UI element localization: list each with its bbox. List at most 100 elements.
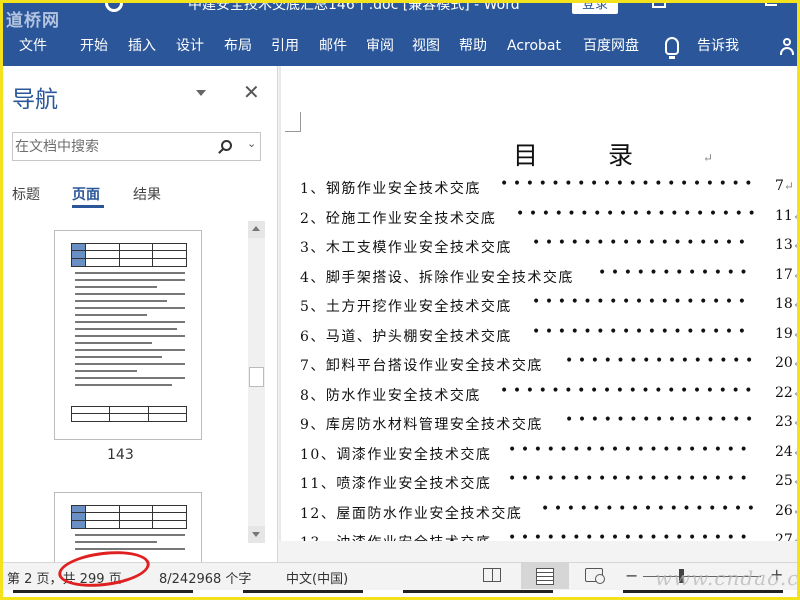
navigation-pane: 导航 ✕ ⌄ 标题 页面 结果 143 — [3, 66, 278, 572]
tab-headings[interactable]: 标题 — [12, 184, 40, 204]
paragraph-mark-icon: ↵ — [793, 504, 797, 518]
toc-item[interactable]: 9、库房防水材料管理安全技术交底 ••••••••••••••• 23↵ — [300, 410, 797, 440]
scrollbar-thumb[interactable] — [249, 367, 264, 387]
refresh-icon[interactable] — [105, 0, 123, 12]
ribbon-tabs: 文件 开始 插入 设计 布局 引用 邮件 审阅 视图 帮助 Acrobat 百度… — [0, 30, 800, 66]
toc-leader-dots: ••••••••••••••••••• — [516, 205, 761, 222]
tab-mailings[interactable]: 邮件 — [319, 30, 347, 66]
toc-page-number: 7↵ — [775, 178, 794, 194]
tab-pages[interactable]: 页面 — [72, 184, 100, 204]
toc-leader-dots: •••••••••••••••••••• — [500, 382, 758, 399]
tab-help[interactable]: 帮助 — [459, 30, 487, 66]
site-watermark: www.cndao.com — [655, 566, 800, 590]
toc-page-number: 20↵ — [775, 355, 797, 371]
toc-item-label: 13、油漆作业安全技术交底 — [300, 532, 491, 541]
zoom-out-button[interactable]: − — [625, 566, 638, 585]
document-page[interactable]: 目录↵ 1、钢筋作业安全技术交底 •••••••••••••••••••• 7↵ 2、… — [281, 66, 797, 541]
thumbnail-scrollbar[interactable] — [248, 221, 265, 543]
paragraph-mark-icon: ↵ — [793, 268, 797, 282]
tab-insert[interactable]: 插入 — [128, 30, 156, 66]
toc-list: 1、钢筋作业安全技术交底 •••••••••••••••••••• 7↵ 2、砼施工作… — [300, 174, 797, 541]
toc-item[interactable]: 3、木工支模作业安全技术交底 ••••••••••••••••• 13↵ — [300, 233, 797, 263]
web-layout-icon[interactable] — [585, 568, 605, 584]
paragraph-mark-icon: ↵ — [793, 474, 797, 488]
paragraph-mark-icon: ↵ — [793, 415, 797, 429]
tab-layout[interactable]: 布局 — [224, 30, 252, 66]
toc-item-label: 9、库房防水材料管理安全技术交底 — [300, 417, 543, 433]
share-person-icon[interactable] — [780, 38, 794, 55]
tab-view[interactable]: 视图 — [412, 30, 440, 66]
toc-item[interactable]: 11、喷漆作业安全技术交底 ••••••••••••••••••• 25↵ — [300, 469, 797, 499]
toc-leader-dots: ••••••••••••••••• — [532, 323, 751, 340]
toc-item[interactable]: 6、马道、护头棚安全技术交底 ••••••••••••••••• 19↵ — [300, 322, 797, 352]
toc-leader-dots: ••••••••••••••••• — [532, 235, 751, 251]
ribbon-display-icon[interactable] — [652, 0, 666, 8]
toc-item-label: 8、防水作业安全技术交底 — [300, 387, 481, 404]
word-count[interactable]: 8/242968 个字 — [159, 568, 251, 587]
toc-item-label: 1、钢筋作业安全技术交底 — [300, 181, 481, 197]
tab-baidu-netdisk[interactable]: 百度网盘 — [583, 30, 639, 66]
paragraph-mark-icon: ↵ — [793, 356, 797, 370]
page-thumbnail[interactable] — [54, 492, 202, 572]
toc-leader-dots: ••••••••••••••• — [565, 412, 758, 428]
search-icon[interactable] — [221, 140, 232, 151]
toc-page-number: 25↵ — [775, 473, 797, 489]
scroll-up-icon[interactable] — [248, 221, 265, 238]
tab-review[interactable]: 审阅 — [366, 30, 394, 66]
tell-me-button[interactable]: 告诉我 — [697, 30, 739, 66]
toc-item[interactable]: 2、砼施工作业安全技术交底 ••••••••••••••••••• 11↵ — [300, 204, 797, 234]
paragraph-mark-icon: ↵ — [793, 533, 797, 541]
toc-page-number: 27↵ — [775, 532, 797, 541]
document-search-box[interactable]: ⌄ — [12, 132, 261, 161]
toc-item[interactable]: 12、屋面防水作业安全技术交底 ••••••••••••••••• 26↵ — [300, 499, 797, 529]
toc-item[interactable]: 13、油漆作业安全技术交底 ••••••••••••••••••• 27↵ — [300, 528, 797, 541]
toc-item[interactable]: 1、钢筋作业安全技术交底 •••••••••••••••••••• 7↵ — [300, 174, 797, 204]
toc-item[interactable]: 8、防水作业安全技术交底 •••••••••••••••••••• 22↵ — [300, 381, 797, 411]
chevron-down-icon[interactable]: ⌄ — [247, 137, 256, 150]
read-mode-icon[interactable] — [483, 568, 501, 582]
language-indicator[interactable]: 中文(中国) — [286, 568, 348, 587]
toc-page-number: 26↵ — [775, 503, 797, 519]
tab-references[interactable]: 引用 — [271, 30, 299, 66]
active-tab-indicator — [72, 205, 104, 208]
toc-leader-dots: ••••••••••••••••••• — [508, 530, 753, 541]
toc-item-label: 11、喷漆作业安全技术交底 — [300, 476, 492, 492]
tab-file[interactable]: 文件 — [19, 30, 47, 66]
toc-item[interactable]: 7、卸料平台搭设作业安全技术交底 ••••••••••••••• 20↵ — [300, 351, 797, 381]
page-thumbnail[interactable] — [54, 230, 202, 440]
paragraph-mark-icon: ↵ — [793, 297, 797, 311]
site-logo-watermark: 道桥网 — [6, 11, 60, 31]
lightbulb-icon[interactable] — [665, 37, 679, 59]
pane-options-dropdown-icon[interactable] — [196, 90, 206, 96]
thumbnail-content — [71, 505, 187, 550]
close-icon[interactable]: ✕ — [243, 80, 260, 104]
toc-item[interactable]: 10、调漆作业安全技术交底 ••••••••••••••••••• 24↵ — [300, 440, 797, 470]
tab-home[interactable]: 开始 — [80, 30, 108, 66]
paragraph-mark-icon: ↵ — [793, 209, 797, 223]
toc-leader-dots: ••••••••••••••• — [565, 353, 758, 369]
toc-leader-dots: •••••••••••••••••••• — [500, 176, 758, 192]
page-indicator[interactable]: 第 2 页，共 299 页 — [7, 568, 122, 587]
paragraph-mark-icon: ↵ — [793, 238, 797, 252]
toc-item-label: 3、木工支模作业安全技术交底 — [300, 240, 512, 256]
paragraph-mark-icon: ↵ — [783, 179, 794, 193]
toc-item-label: 6、马道、护头棚安全技术交底 — [300, 328, 512, 345]
search-input[interactable] — [15, 136, 211, 157]
login-button[interactable]: 登录 — [572, 0, 618, 14]
document-area[interactable]: 目录↵ 1、钢筋作业安全技术交底 •••••••••••••••••••• 7↵ 2、… — [279, 66, 797, 541]
toc-page-number: 11↵ — [775, 208, 797, 224]
toc-item[interactable]: 4、脚手架搭设、拆除作业安全技术交底 •••••••••••• 17↵ — [300, 263, 797, 293]
toc-item[interactable]: 5、土方开挖作业安全技术交底 ••••••••••••••••• 18↵ — [300, 292, 797, 322]
tab-results[interactable]: 结果 — [133, 184, 161, 204]
toc-page-number: 19↵ — [775, 326, 797, 342]
paragraph-mark-icon: ↵ — [793, 386, 797, 400]
restore-window-icon[interactable] — [765, 0, 777, 6]
scroll-down-icon[interactable] — [248, 526, 265, 543]
tab-acrobat[interactable]: Acrobat — [507, 30, 561, 66]
print-layout-icon[interactable] — [521, 563, 569, 589]
toc-item-label: 10、调漆作业安全技术交底 — [300, 446, 492, 463]
toc-page-number: 17↵ — [775, 267, 797, 283]
toc-leader-dots: •••••••••••• — [598, 264, 753, 281]
toc-leader-dots: ••••••••••••••••• — [532, 294, 751, 310]
tab-design[interactable]: 设计 — [176, 30, 204, 66]
